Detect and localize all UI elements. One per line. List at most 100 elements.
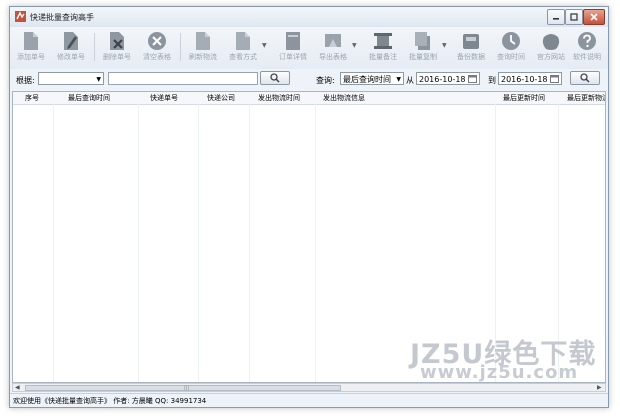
app-logo-icon xyxy=(15,11,26,22)
watermark-url: www.jz5u.com xyxy=(420,362,579,383)
chevron-down-icon: ▼ xyxy=(396,76,401,83)
column-divider xyxy=(53,104,54,382)
column-header-ship-info[interactable]: 发出物流信息 xyxy=(323,92,365,104)
batch-copy-button[interactable]: 批量复制 xyxy=(406,31,440,65)
search-icon xyxy=(580,73,590,83)
export-table-button[interactable]: 导出表格 xyxy=(316,31,350,65)
filter-field-select[interactable]: ▼ xyxy=(38,72,104,85)
status-text: 欢迎使用《快递批量查询高手》 作者: 方晨曦 QQ: 34991734 xyxy=(13,397,207,405)
clear-table-button[interactable]: 清空表格 xyxy=(140,31,174,65)
toolbar-label: 批量备注 xyxy=(369,53,397,61)
add-number-button[interactable]: 添加单号 xyxy=(14,31,48,65)
column-header-index[interactable]: 序号 xyxy=(25,92,39,104)
document-icon xyxy=(196,32,210,50)
website-icon xyxy=(542,34,560,50)
toolbar-label: 刷新物流 xyxy=(189,53,217,61)
document-icon xyxy=(24,32,38,50)
from-date-picker[interactable]: 2016-10-18 xyxy=(416,72,480,85)
to-label: 到 xyxy=(488,76,496,85)
maximize-button[interactable] xyxy=(565,9,583,25)
maximize-icon xyxy=(570,13,578,21)
column-divider xyxy=(198,104,199,382)
column-divider xyxy=(138,104,139,382)
toolbar-label: 添加单号 xyxy=(17,53,45,61)
refresh-logistics-button[interactable]: 刷新物流 xyxy=(186,31,220,65)
delete-number-button[interactable]: 删除单号 xyxy=(100,31,134,65)
backup-icon xyxy=(463,34,479,49)
table-header: 序号 最后查询时间 快递单号 快递公司 发出物流时间 发出物流信息 最后更新时间… xyxy=(13,92,605,105)
column-header-last-update-time[interactable]: 最后更新时间 xyxy=(503,92,545,104)
toolbar-separator xyxy=(180,33,181,61)
order-details-button[interactable]: 订单详情 xyxy=(276,31,310,65)
calendar-icon xyxy=(468,75,477,83)
date-search-button[interactable] xyxy=(570,71,600,85)
column-header-courier[interactable]: 快递公司 xyxy=(207,92,235,104)
close-button[interactable] xyxy=(583,9,605,25)
clear-icon xyxy=(148,32,166,50)
minimize-button[interactable] xyxy=(547,9,565,25)
toolbar-label: 批量复制 xyxy=(409,53,437,61)
clock-icon xyxy=(502,32,520,50)
column-header-ship-time[interactable]: 发出物流时间 xyxy=(258,92,300,104)
query-time-button[interactable]: 查询时间 xyxy=(494,31,528,65)
query-type-value: 最后查询时间 xyxy=(343,75,391,84)
toolbar-separator xyxy=(94,33,95,61)
toolbar-label: 查询时间 xyxy=(497,53,525,61)
search-button[interactable] xyxy=(260,71,290,85)
toolbar-label: 官方网站 xyxy=(537,53,565,61)
window-title: 快递批量查询高手 xyxy=(30,13,94,22)
scroll-left-icon[interactable]: ◀ xyxy=(15,384,20,392)
help-button[interactable]: 软件说明 xyxy=(570,31,604,65)
chevron-down-icon: ▼ xyxy=(96,76,101,83)
toolbar-label: 备份数据 xyxy=(457,53,485,61)
toolbar-label: 导出表格 xyxy=(319,53,347,61)
from-date-value: 2016-10-18 xyxy=(419,75,466,84)
copy-icon xyxy=(415,32,430,50)
column-header-tracking-number[interactable]: 快递单号 xyxy=(150,92,178,104)
toolbar-label: 清空表格 xyxy=(143,53,171,61)
query-label: 查询: xyxy=(316,76,335,85)
toolbar: 添加单号 修改单号 删除单号 清空表格 刷新物流 查看方式 ▼ 订单详情 导出表… xyxy=(10,27,608,69)
filter-label: 根据: xyxy=(16,76,35,85)
official-website-button[interactable]: 官方网站 xyxy=(534,31,568,65)
search-input[interactable] xyxy=(108,72,258,85)
column-header-last-update-logistics[interactable]: 最后更新物流 xyxy=(567,92,605,104)
column-divider xyxy=(249,104,250,382)
close-icon xyxy=(590,13,598,21)
column-divider xyxy=(315,104,316,382)
scrollbar-thumb[interactable]: ||| xyxy=(25,385,341,391)
export-icon xyxy=(325,34,341,47)
toolbar-label: 软件说明 xyxy=(573,53,601,61)
note-icon xyxy=(374,33,392,49)
toolbar-label: 查看方式 xyxy=(229,53,257,61)
toolbar-label: 删除单号 xyxy=(103,53,131,61)
delete-icon xyxy=(110,32,124,50)
details-icon xyxy=(286,32,300,50)
title-bar[interactable]: 快递批量查询高手 xyxy=(10,7,608,27)
filter-bar: 根据: ▼ 查询: 最后查询时间 ▼ 从 2016-10-18 到 2016-1… xyxy=(10,69,608,91)
toolbar-label: 订单详情 xyxy=(279,53,307,61)
calendar-icon xyxy=(550,75,559,83)
toolbar-label: 修改单号 xyxy=(57,53,85,61)
grip-icon: ||| xyxy=(184,385,190,391)
search-icon xyxy=(270,73,280,83)
backup-data-button[interactable]: 备份数据 xyxy=(454,31,488,65)
status-bar: 欢迎使用《快递批量查询高手》 作者: 方晨曦 QQ: 34991734 xyxy=(10,393,608,407)
minimize-icon xyxy=(553,18,559,20)
query-type-select[interactable]: 最后查询时间 ▼ xyxy=(340,72,404,85)
scroll-right-icon[interactable]: ▶ xyxy=(597,384,602,392)
to-date-value: 2016-10-18 xyxy=(501,75,548,84)
copy-dropdown-icon[interactable]: ▼ xyxy=(442,42,447,49)
view-mode-dropdown-icon[interactable]: ▼ xyxy=(262,42,267,49)
view-icon xyxy=(236,32,250,50)
from-label: 从 xyxy=(406,76,414,85)
batch-note-button[interactable]: 批量备注 xyxy=(366,31,400,65)
edit-icon xyxy=(64,32,78,50)
help-icon xyxy=(578,32,596,50)
view-mode-button[interactable]: 查看方式 xyxy=(226,31,260,65)
to-date-picker[interactable]: 2016-10-18 xyxy=(498,72,562,85)
edit-number-button[interactable]: 修改单号 xyxy=(54,31,88,65)
export-dropdown-icon[interactable]: ▼ xyxy=(352,42,357,49)
horizontal-scrollbar[interactable]: ◀ ||| ▶ xyxy=(12,383,606,392)
column-header-last-query-time[interactable]: 最后查询时间 xyxy=(68,92,110,104)
